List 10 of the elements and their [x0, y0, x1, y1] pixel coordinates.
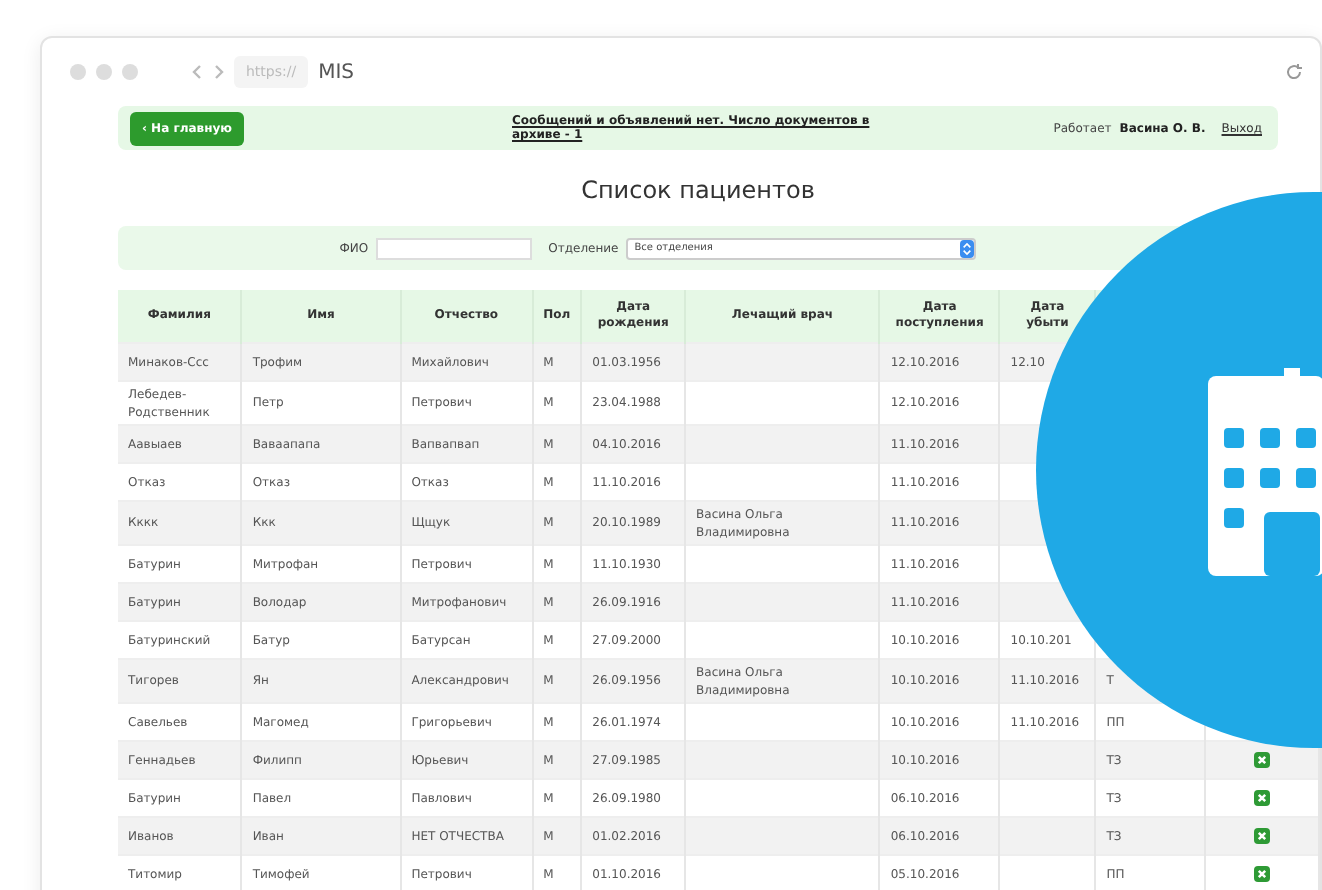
- back-forward-icon[interactable]: [192, 64, 224, 80]
- name-input-field[interactable]: [376, 237, 533, 259]
- delete-icon[interactable]: [1253, 751, 1270, 768]
- reload-icon[interactable]: [1284, 62, 1304, 82]
- delete-icon[interactable]: [1253, 827, 1270, 844]
- page-title: MIS: [318, 61, 355, 83]
- delete-icon[interactable]: [1253, 789, 1270, 806]
- delete-icon[interactable]: [1253, 865, 1270, 882]
- select-arrows-icon: [960, 239, 975, 257]
- page-heading: Список пациентов: [579, 176, 817, 204]
